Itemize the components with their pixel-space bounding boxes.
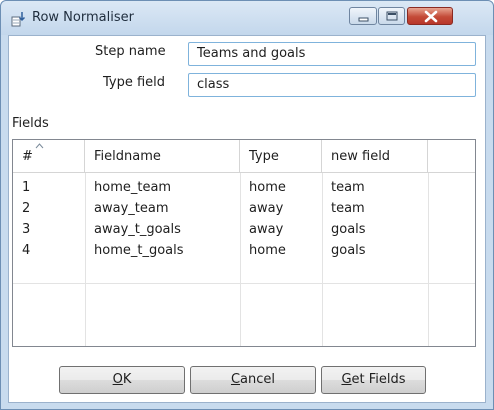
type-cell[interactable]: away	[240, 220, 322, 241]
type-field-label: Type field	[103, 75, 166, 90]
column-header-type[interactable]: Type	[240, 140, 322, 173]
type-cell[interactable]: home	[240, 178, 322, 199]
ok-button[interactable]: OK	[59, 366, 185, 394]
fieldname-cell[interactable]: home_team	[85, 178, 240, 199]
title-bar[interactable]: Row Normaliser	[1, 1, 493, 35]
new-field-cell[interactable]: goals	[322, 220, 428, 241]
row-number-cell: 2	[22, 201, 31, 216]
type-cell[interactable]: home	[240, 241, 322, 262]
column-header-new-field[interactable]: new field	[322, 140, 428, 173]
fieldname-cell[interactable]: away_t_goals	[85, 220, 240, 241]
column-header-fieldname[interactable]: Fieldname	[85, 140, 240, 173]
fieldname-cell[interactable]: away_team	[85, 199, 240, 220]
close-icon	[424, 10, 438, 23]
get-fields-button[interactable]: Get Fields	[321, 366, 426, 394]
row-number-cell: 1	[22, 180, 31, 195]
step-name-label: Step name	[95, 44, 166, 59]
maximize-button[interactable]	[378, 7, 405, 25]
fields-section-label: Fields	[12, 116, 49, 131]
close-button[interactable]	[407, 7, 453, 25]
column-header-filler	[428, 140, 475, 173]
new-field-cell[interactable]: goals	[322, 241, 428, 262]
column-divider	[428, 173, 429, 346]
empty-table-row[interactable]	[13, 262, 475, 284]
minimize-icon	[358, 17, 369, 22]
maximize-icon	[386, 11, 398, 21]
fieldname-cell[interactable]: home_t_goals	[85, 241, 240, 262]
sort-ascending-icon	[35, 143, 44, 149]
fields-table[interactable]: # Fieldname Type new field 1 home_team h…	[12, 139, 476, 347]
row-normaliser-app-icon	[11, 11, 27, 27]
window-title: Row Normaliser	[32, 10, 134, 25]
type-field-input[interactable]: class	[188, 73, 476, 97]
column-header-number[interactable]: #	[13, 140, 85, 173]
step-name-input[interactable]: Teams and goals	[188, 42, 476, 66]
row-normaliser-window: Row Normaliser Step name Teams and goals…	[0, 0, 494, 410]
new-field-cell[interactable]: team	[322, 178, 428, 199]
minimize-button[interactable]	[349, 7, 377, 25]
type-cell[interactable]: away	[240, 199, 322, 220]
cancel-button[interactable]: Cancel	[190, 366, 316, 394]
row-number-cell: 3	[22, 222, 31, 237]
new-field-cell[interactable]: team	[322, 199, 428, 220]
row-number-cell: 4	[22, 243, 31, 258]
